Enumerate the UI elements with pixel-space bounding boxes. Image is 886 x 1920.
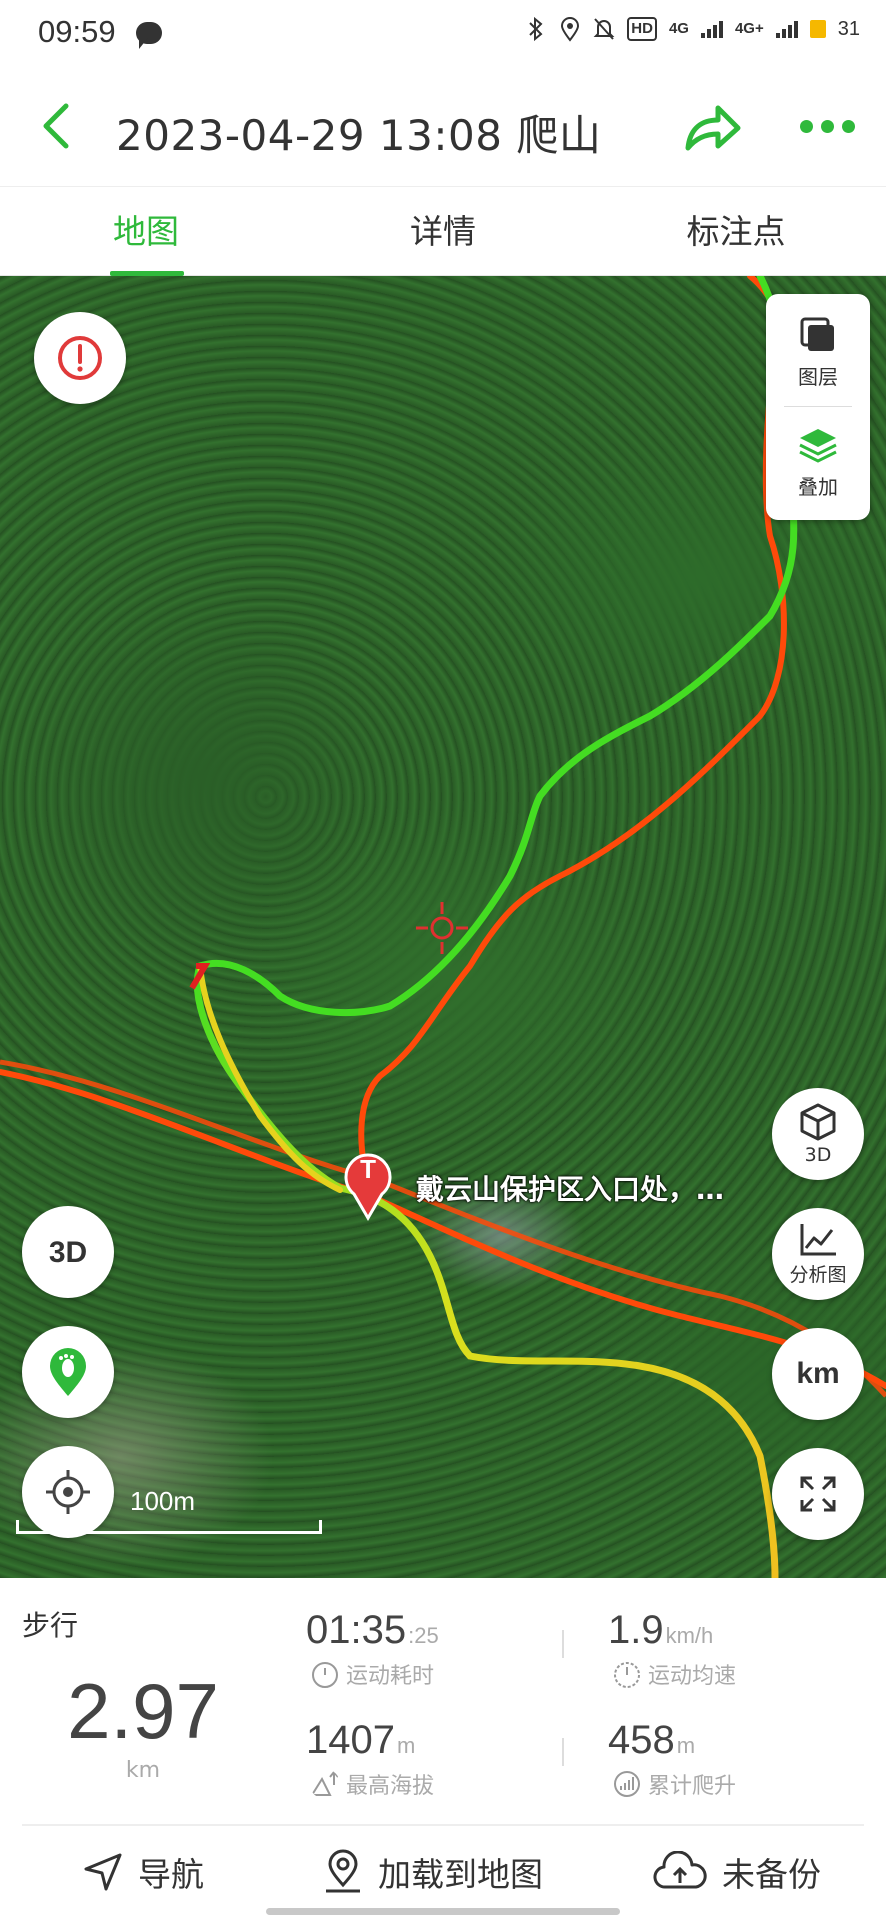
warning-button[interactable] (34, 312, 126, 404)
message-icon (136, 22, 162, 49)
analysis-button[interactable]: 分析图 (772, 1208, 864, 1300)
layer-panel: 图层 叠加 (766, 294, 870, 520)
current-track-return (193, 962, 779, 1578)
current-track-descent (197, 963, 343, 1193)
total-climb-label: 累计爬升 (612, 1768, 736, 1800)
navigation-arrow-icon (84, 1853, 122, 1891)
backup-button[interactable]: 未备份 (652, 1846, 821, 1898)
battery-level: 31 (837, 17, 860, 40)
network-4g: 4G (668, 20, 689, 37)
cloud-upload-icon (653, 1851, 707, 1889)
more-options-icon[interactable] (800, 120, 856, 136)
navigate-label: 导航 (138, 1855, 204, 1894)
3d-view-button[interactable]: 3D (22, 1206, 114, 1298)
share-icon[interactable] (682, 100, 742, 156)
layers-label: 图层 (798, 364, 838, 389)
page-title: 2023-04-29 13:08 爬山 (116, 111, 602, 160)
distance-unit: km (125, 1758, 161, 1783)
total-climb-value: 458m (608, 1718, 696, 1762)
load-to-map-label: 加载到地图 (378, 1855, 543, 1894)
home-indicator[interactable] (266, 1908, 620, 1915)
stat-separator (562, 1738, 564, 1766)
scale-bar (16, 1520, 322, 1534)
analysis-label: 分析图 (789, 1263, 847, 1286)
warning-icon (58, 336, 102, 380)
avg-speed-value: 1.9km/h (608, 1608, 714, 1652)
bluetooth-icon (529, 16, 543, 42)
footprint-button[interactable] (22, 1326, 114, 1418)
svg-text:3D: 3D (49, 1236, 87, 1269)
tab-details[interactable]: 详情 (343, 187, 543, 277)
location-icon (561, 17, 580, 42)
layer-divider (784, 406, 852, 407)
tab-map[interactable]: 地图 (46, 187, 246, 277)
load-to-map-button[interactable]: 加载到地图 (322, 1846, 543, 1898)
distance-value: 2.97 (67, 1667, 219, 1755)
max-altitude-label: 最高海拔 (310, 1768, 434, 1800)
footprint-icon (50, 1348, 86, 1396)
bottom-action-bar: 导航 加载到地图 未备份 (22, 1824, 864, 1920)
chart-icon (800, 1223, 836, 1255)
locate-icon (46, 1470, 90, 1514)
mountain-icon (310, 1770, 339, 1796)
tab-bar: 地图 详情 标注点 (0, 186, 886, 276)
fullscreen-button[interactable] (772, 1448, 864, 1540)
cube-3d-icon (800, 1103, 836, 1141)
fullscreen-icon (800, 1476, 836, 1512)
overlay-label: 叠加 (798, 474, 838, 499)
stopwatch-icon (312, 1662, 338, 1688)
3d-model-label: 3D (804, 1144, 832, 1166)
duration-label: 运动耗时 (310, 1658, 434, 1690)
tab-markers[interactable]: 标注点 (636, 187, 836, 277)
speedometer-icon (614, 1662, 640, 1688)
backup-label: 未备份 (722, 1855, 821, 1894)
duration-value: 01:35:25 (306, 1608, 439, 1652)
map-view[interactable]: T 3D 图层 叠加 3D 分析图 km 戴云山保护区入口处，… 100m (0, 276, 886, 1578)
poi-label[interactable]: 戴云山保护区入口处，… (416, 1168, 724, 1208)
track-routes: T (0, 276, 886, 1578)
stats-panel: 步行 2.97 km 01:35:25 运动耗时 1.9km/h 运动均速 14… (0, 1578, 886, 1824)
status-icons: HD 4G 4G+ 31 (525, 16, 860, 42)
signal-icon (700, 20, 723, 38)
units-label: km (796, 1357, 840, 1390)
current-track (196, 276, 798, 1016)
overlay-button[interactable]: 叠加 (766, 408, 870, 516)
network-4g-plus: 4G+ (734, 20, 764, 37)
activity-type: 步行 (22, 1609, 79, 1642)
svg-text:T: T (360, 1154, 376, 1184)
climb-icon (614, 1771, 640, 1797)
navigate-button[interactable]: 导航 (82, 1846, 204, 1898)
mute-icon (593, 18, 615, 40)
map-pin-icon (326, 1849, 360, 1893)
scale-label: 100m (130, 1486, 196, 1516)
signal-icon (775, 20, 798, 38)
app-header: 2023-04-29 13:08 爬山 (0, 68, 886, 186)
avg-speed-label: 运动均速 (612, 1658, 736, 1690)
hd-badge: HD (627, 17, 657, 41)
3d-model-button[interactable]: 3D (772, 1088, 864, 1180)
max-altitude-value: 1407m (306, 1718, 416, 1762)
layers-button[interactable]: 图层 (766, 298, 870, 406)
reference-track-climb (358, 276, 787, 1197)
3d-icon: 3D (49, 1236, 87, 1269)
start-marker-icon: T (344, 1153, 392, 1221)
status-bar: 09:59 HD 4G 4G+ 31 (0, 0, 886, 68)
battery-icon (809, 20, 826, 38)
status-time: 09:59 (38, 14, 116, 49)
reference-track (0, 1069, 886, 1389)
units-button[interactable]: km (772, 1328, 864, 1420)
back-icon[interactable] (36, 98, 80, 154)
layers-icon (800, 317, 834, 351)
overlay-icon (799, 428, 837, 463)
stat-separator (562, 1630, 564, 1658)
